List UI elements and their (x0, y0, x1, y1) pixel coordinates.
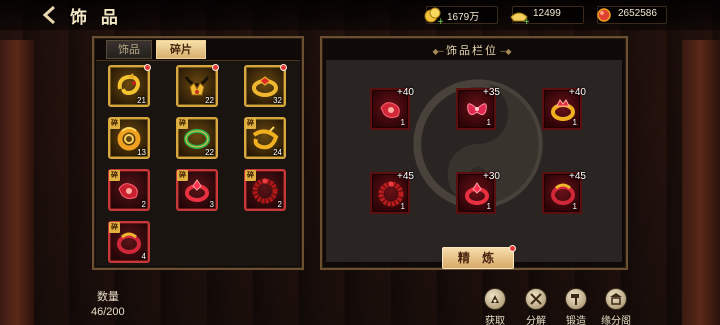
fate-pavilion-button[interactable]: 缘分阁 (598, 288, 634, 325)
accessory-slot-5[interactable]: +30 1 (456, 171, 500, 214)
inventory-item[interactable]: 碎 4 (108, 221, 150, 263)
item-count: 22 (205, 96, 214, 105)
diamond-ornament-icon: ─◆ (498, 47, 512, 56)
top-bar: 饰 品 + 1679万 + 12499 2652586 (0, 0, 720, 30)
item-count: 13 (137, 148, 146, 157)
decompose-button[interactable]: 分解 (518, 288, 554, 325)
enhance-level: +40 (397, 87, 414, 98)
accessory-slots-panel: ◆─ 饰品栏位 ─◆ +40 1 +35 1 +40 1 +45 1 +30 1… (320, 36, 628, 270)
inventory-item[interactable]: 碎 3 (176, 169, 218, 211)
enhance-level: +40 (569, 87, 586, 98)
item-count: 32 (273, 96, 282, 105)
decompose-label: 分解 (526, 316, 546, 325)
alert-dot (280, 64, 287, 71)
enhance-level: +45 (569, 171, 586, 182)
item-count: 2 (277, 200, 282, 209)
item-grid: 21 22 32 碎 13 碎 22 碎 24 碎 2 碎 3 碎 2 碎 4 (96, 60, 300, 266)
slot-count: 1 (486, 118, 491, 127)
forge-button[interactable]: 锻造 (558, 288, 594, 325)
inventory-item[interactable]: 碎 24 (244, 117, 286, 159)
accessory-slot-6[interactable]: +45 1 (542, 171, 586, 214)
background-pillar-left (0, 40, 34, 325)
red-gem-icon (597, 8, 611, 22)
inventory-panel: 饰品 碎片 21 22 32 碎 13 碎 22 碎 24 碎 2 碎 3 碎 … (92, 36, 304, 270)
currency-gold[interactable]: + 1679万 (424, 6, 498, 25)
ingot-icon: + (510, 12, 529, 25)
enhance-level: +30 (483, 171, 500, 182)
inventory-item[interactable]: 碎 22 (176, 117, 218, 159)
page-title: 饰 品 (70, 8, 122, 28)
accessory-slot-2[interactable]: +35 1 (456, 87, 500, 130)
inventory-item[interactable]: 22 (176, 64, 219, 107)
obtain-label: 获取 (485, 316, 505, 325)
item-count: 24 (273, 148, 282, 157)
refine-button[interactable]: 精 炼 (442, 245, 516, 269)
pavilion-icon (605, 288, 627, 310)
capacity-value: 46/200 (91, 306, 125, 318)
decompose-icon (525, 288, 547, 310)
enhance-level: +45 (397, 171, 414, 182)
accessory-slot-1[interactable]: +40 1 (370, 87, 414, 130)
item-count: 4 (141, 252, 146, 261)
currency-gem[interactable]: 2652586 (597, 6, 667, 24)
slots-title-bar: ◆─ 饰品栏位 ─◆ (412, 42, 532, 58)
obtain-button[interactable]: 获取 (477, 288, 513, 325)
forge-hammer-icon (565, 288, 587, 310)
item-count: 21 (137, 96, 146, 105)
tab-accessories[interactable]: 饰品 (106, 40, 152, 59)
inventory-item[interactable]: 碎 2 (108, 169, 150, 211)
accessory-slot-3[interactable]: +40 1 (542, 87, 586, 130)
currency-ingot[interactable]: + 12499 (510, 6, 584, 25)
ingot-value: 12499 (533, 8, 561, 19)
gold-value: 1679万 (447, 12, 480, 23)
alert-dot (144, 64, 151, 71)
obtain-icon (484, 288, 506, 310)
tab-fragments[interactable]: 碎片 (156, 40, 206, 59)
slot-count: 1 (572, 202, 577, 211)
fragment-badge: 碎 (109, 118, 120, 129)
gold-coin-icon: + (424, 7, 443, 25)
fragment-badge: 碎 (245, 170, 256, 181)
back-arrow-icon (42, 5, 55, 25)
inventory-item[interactable]: 碎 13 (108, 117, 150, 159)
inventory-item[interactable]: 21 (108, 64, 151, 107)
forge-label: 锻造 (566, 316, 586, 325)
background-pillar-right (682, 40, 720, 325)
svg-text:+: + (437, 17, 443, 25)
accessory-slot-4[interactable]: +45 1 (370, 171, 414, 214)
alert-dot (509, 245, 516, 252)
slots-title: 饰品栏位 (446, 44, 498, 57)
fragment-badge: 碎 (177, 118, 188, 129)
fragment-badge: 碎 (245, 118, 256, 129)
inventory-item[interactable]: 32 (244, 64, 287, 107)
alert-dot (212, 64, 219, 71)
refine-label: 精 炼 (457, 251, 499, 265)
slot-count: 1 (400, 202, 405, 211)
item-count: 2 (141, 200, 146, 209)
svg-text:+: + (523, 17, 529, 25)
inventory-item[interactable]: 碎 2 (244, 169, 286, 211)
fate-pavilion-label: 缘分阁 (601, 316, 631, 325)
slot-count: 1 (572, 118, 577, 127)
fragment-badge: 碎 (109, 222, 120, 233)
slot-count: 1 (486, 202, 491, 211)
capacity-label: 数量 (97, 290, 119, 303)
gem-value: 2652586 (618, 8, 657, 19)
fragment-badge: 碎 (177, 170, 188, 181)
back-button[interactable] (40, 5, 60, 25)
enhance-level: +35 (483, 87, 500, 98)
fragment-badge: 碎 (109, 170, 120, 181)
item-count: 22 (205, 148, 214, 157)
item-count: 3 (209, 200, 214, 209)
diamond-ornament-icon: ◆─ (432, 47, 446, 56)
slot-count: 1 (400, 118, 405, 127)
